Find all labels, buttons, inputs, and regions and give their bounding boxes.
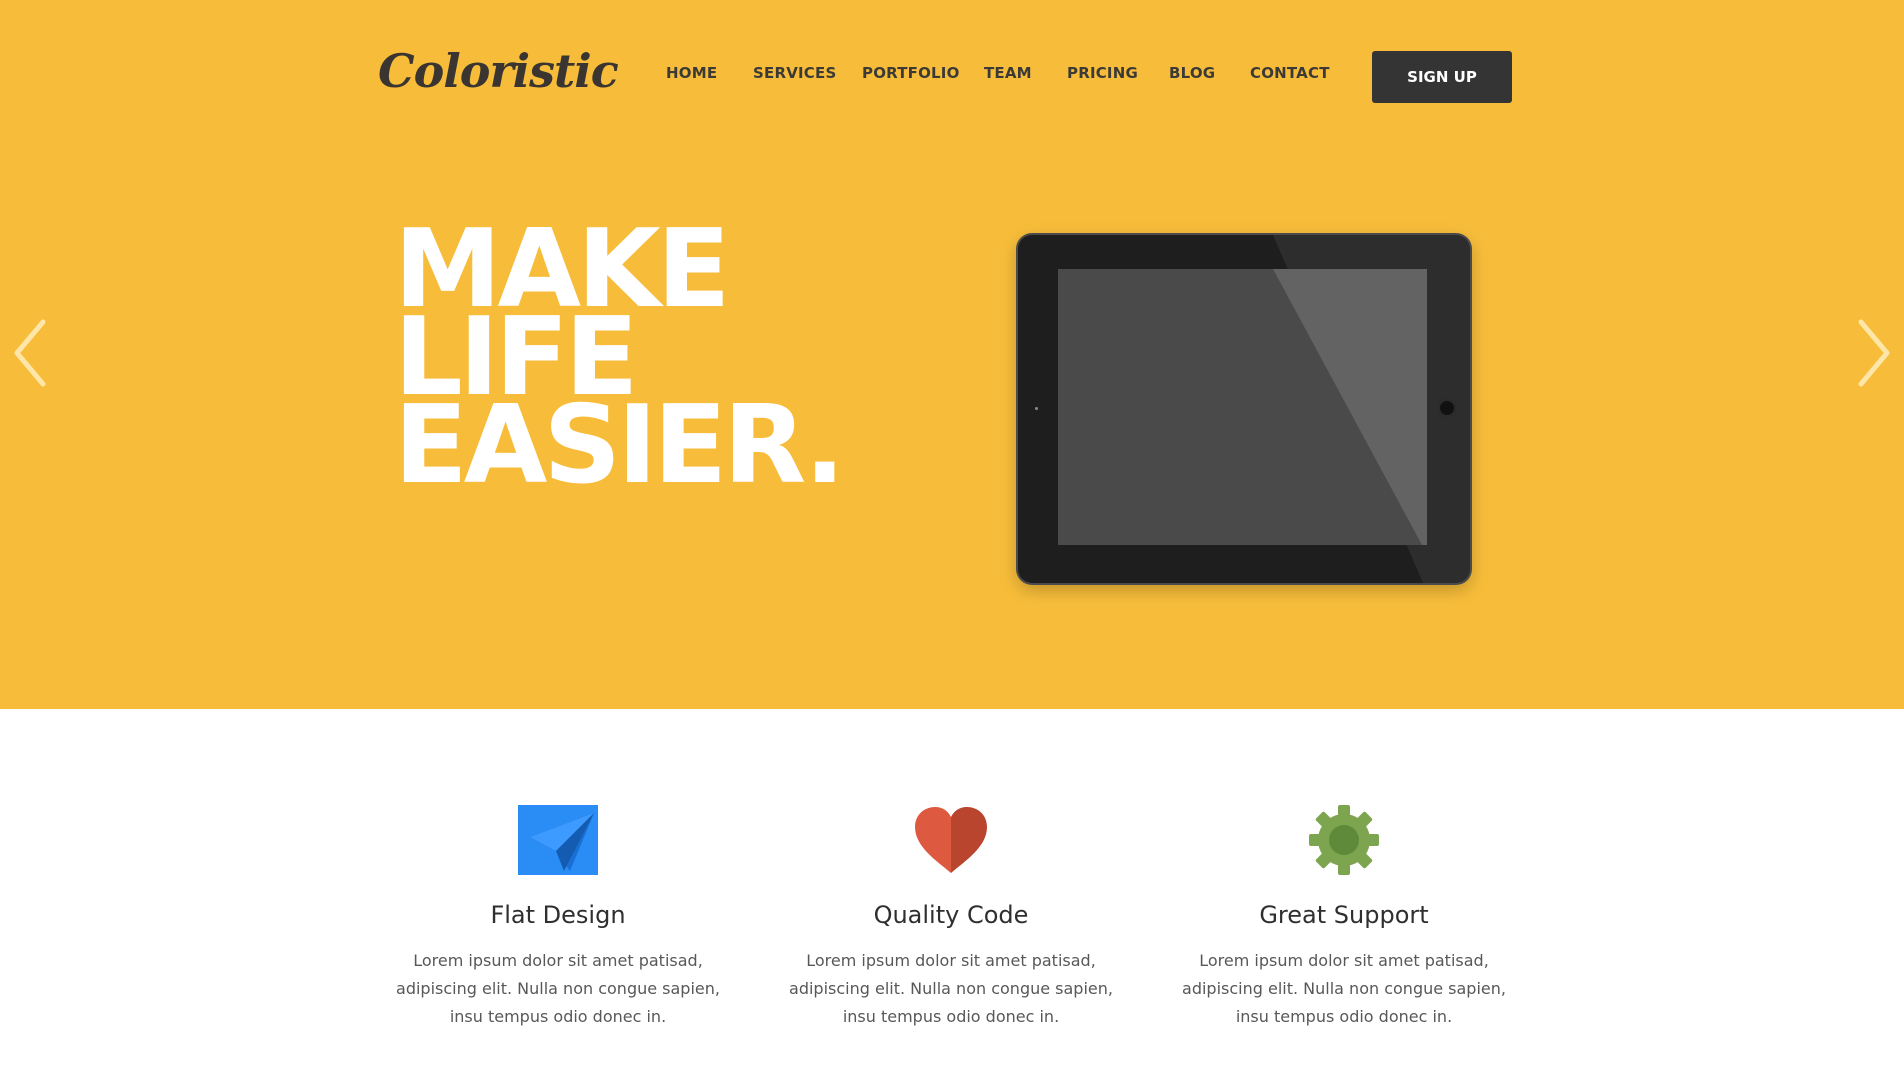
feature-text: Lorem ipsum dolor sit amet patisad, adip… [1182, 951, 1506, 1026]
tablet-home-button [1438, 399, 1456, 417]
headline-line-3: EASIER. [394, 383, 845, 508]
gear-icon [1304, 805, 1384, 875]
tablet-screen [1058, 269, 1427, 545]
feature-title: Great Support [1259, 901, 1429, 929]
hero-headline: MAKE LIFE EASIER. [394, 216, 845, 508]
carousel-next-button[interactable] [1852, 318, 1892, 388]
screen-glare [1273, 269, 1427, 545]
feature-flat-design: Flat Design Lorem ipsum dolor sit amet p… [382, 805, 734, 1031]
feature-quality-code: Quality Code Lorem ipsum dolor sit amet … [775, 805, 1127, 1031]
paper-plane-icon [518, 805, 598, 875]
feature-text: Lorem ipsum dolor sit amet patisad, adip… [396, 951, 720, 1026]
nav-item-blog[interactable]: BLOG [1169, 64, 1215, 82]
tablet-camera [1035, 407, 1038, 410]
logo[interactable]: Coloristic [378, 44, 619, 98]
carousel-prev-button[interactable] [12, 318, 52, 388]
nav-item-team[interactable]: TEAM [984, 64, 1032, 82]
nav-item-services[interactable]: SERVICES [753, 64, 836, 82]
nav-item-pricing[interactable]: PRICING [1067, 64, 1138, 82]
sign-up-button[interactable]: SIGN UP [1372, 51, 1512, 103]
feature-title: Quality Code [873, 901, 1029, 929]
nav-item-home[interactable]: HOME [666, 64, 717, 82]
chevron-left-icon [14, 319, 46, 387]
hero-section: Coloristic HOME SERVICES PORTFOLIO TEAM … [0, 0, 1904, 709]
feature-text: Lorem ipsum dolor sit amet patisad, adip… [789, 951, 1113, 1026]
nav-item-portfolio[interactable]: PORTFOLIO [862, 64, 960, 82]
feature-title: Flat Design [490, 901, 626, 929]
heart-icon [911, 805, 991, 875]
nav-item-contact[interactable]: CONTACT [1250, 64, 1330, 82]
chevron-right-icon [1858, 319, 1890, 387]
tablet-mockup [1018, 235, 1470, 583]
feature-great-support: Great Support Lorem ipsum dolor sit amet… [1168, 805, 1520, 1031]
